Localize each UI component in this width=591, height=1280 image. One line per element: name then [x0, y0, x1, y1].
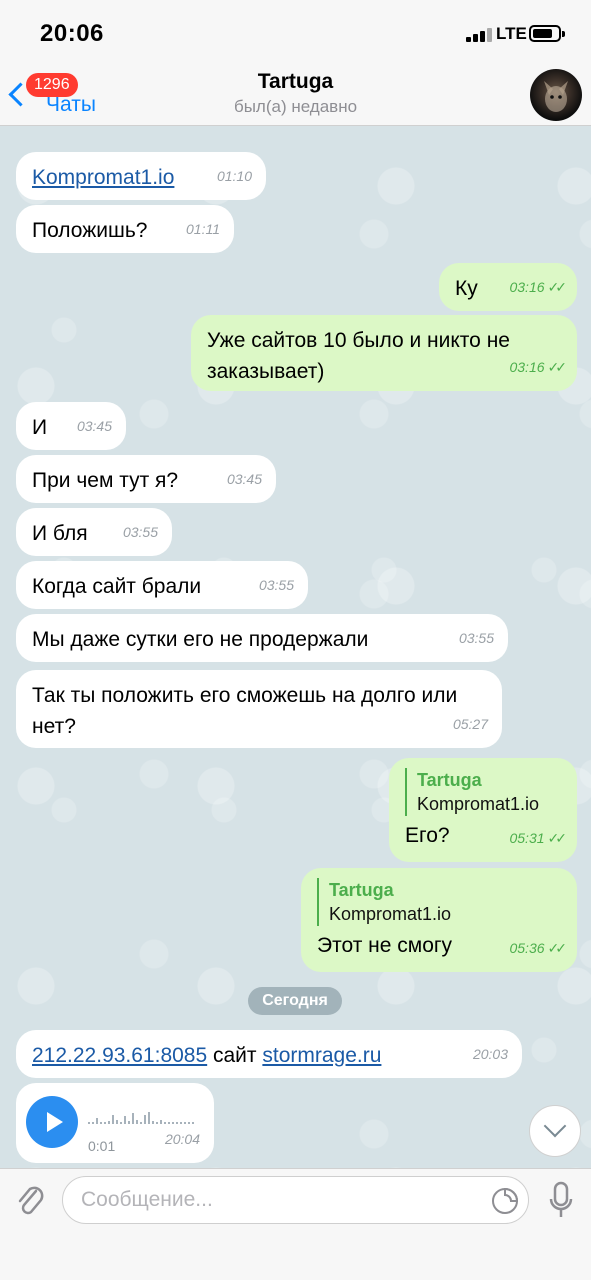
read-check-icon: ✓✓ [547, 940, 568, 956]
voice-message[interactable]: 0:01 20:04 [16, 1083, 214, 1163]
message-time: 03:45 [226, 471, 262, 487]
message-bubble[interactable]: И 03:45 [16, 402, 126, 450]
message-text: Этот не смогу [317, 934, 453, 957]
message-bubble[interactable]: Kompromat1.io 01:10 [16, 152, 266, 200]
read-check-icon: ✓✓ [547, 359, 568, 375]
reply-text: Kompromat1.io [417, 794, 540, 814]
message-time: 05:31 [509, 830, 545, 846]
message-text: При чем тут я? [32, 469, 179, 492]
message-time: 20:04 [164, 1131, 200, 1147]
message-time: 01:11 [186, 221, 220, 237]
message-time: 05:27 [452, 716, 488, 732]
message-time: 05:36 [509, 940, 545, 956]
network-label: LTE [496, 24, 527, 43]
reply-quote[interactable]: Tartuga Kompromat1.io [317, 878, 561, 926]
message-text: сайт [207, 1044, 263, 1067]
message-text: Когда сайт брали [32, 575, 202, 598]
message-time: 03:16 [509, 279, 545, 295]
message-bubble[interactable]: Уже сайтов 10 было и никто не заказывает… [191, 315, 577, 391]
message-meta: 05:36 ✓✓ [509, 933, 568, 964]
battery-icon [529, 25, 565, 42]
waveform[interactable] [88, 1106, 198, 1124]
play-icon[interactable] [26, 1096, 78, 1148]
message-bubble[interactable]: Ку 03:16 ✓✓ [439, 263, 577, 311]
message-text: Положишь? [32, 219, 148, 242]
attach-icon[interactable] [14, 1181, 46, 1221]
mic-icon[interactable] [548, 1181, 574, 1221]
message-bubble[interactable]: Tartuga Kompromat1.io Этот не смогу 05:3… [301, 868, 577, 972]
message-text: И [32, 416, 48, 439]
read-check-icon: ✓✓ [547, 830, 568, 846]
date-separator: Сегодня [248, 987, 342, 1015]
message-time: 03:16 [509, 359, 545, 375]
message-time: 03:55 [122, 524, 158, 540]
status-bar: 20:06 LTE [0, 0, 591, 64]
reply-author: Tartuga [329, 880, 394, 900]
message-bubble[interactable]: Так ты положить его сможешь на долго или… [16, 670, 502, 748]
message-time: 20:03 [472, 1046, 508, 1062]
message-bubble[interactable]: И бля 03:55 [16, 508, 172, 556]
signal-icon [466, 27, 492, 42]
message-text: И бля [32, 522, 88, 545]
avatar[interactable] [530, 69, 582, 121]
composer [0, 1168, 591, 1280]
sticker-icon[interactable] [491, 1187, 519, 1215]
read-check-icon: ✓✓ [547, 279, 568, 295]
message-bubble[interactable]: При чем тут я? 03:45 [16, 455, 276, 503]
message-text: Ку [455, 277, 478, 300]
voice-duration: 0:01 [88, 1138, 116, 1154]
reply-author: Tartuga [417, 770, 482, 790]
message-meta: 03:16 ✓✓ [509, 352, 568, 383]
message-time: 03:55 [458, 630, 494, 646]
message-input[interactable] [62, 1176, 529, 1224]
message-meta: 05:31 ✓✓ [509, 823, 568, 854]
message-link[interactable]: stormrage.ru [262, 1044, 381, 1067]
message-time: 01:10 [216, 168, 252, 184]
message-link[interactable]: 212.22.93.61:8085 [32, 1044, 207, 1067]
message-text: Так ты положить его сможешь на долго или… [32, 684, 458, 738]
chat-title[interactable]: Tartuga [0, 70, 591, 94]
message-bubble[interactable]: Мы даже сутки его не продержали 03:55 [16, 614, 508, 662]
message-link[interactable]: Kompromat1.io [32, 166, 174, 189]
last-seen-status: был(а) недавно [233, 97, 358, 116]
reply-text: Kompromat1.io [329, 904, 452, 924]
message-text: Мы даже сутки его не продержали [32, 628, 369, 651]
message-time: 03:55 [258, 577, 294, 593]
message-bubble[interactable]: Tartuga Kompromat1.io Его? 05:31 ✓✓ [389, 758, 577, 862]
message-text: Его? [405, 824, 450, 847]
reply-quote[interactable]: Tartuga Kompromat1.io [405, 768, 561, 816]
clock: 20:06 [40, 20, 104, 47]
message-bubble[interactable]: Когда сайт брали 03:55 [16, 561, 308, 609]
message-bubble[interactable]: Положишь? 01:11 [16, 205, 234, 253]
scroll-down-icon[interactable] [529, 1105, 581, 1157]
message-meta: 03:16 ✓✓ [509, 272, 568, 303]
message-list[interactable]: Kompromat1.io 01:10 Положишь? 01:11 Ку 0… [0, 126, 591, 1168]
message-bubble[interactable]: 212.22.93.61:8085 сайт stormrage.ru 20:0… [16, 1030, 522, 1078]
message-text: Уже сайтов 10 было и никто не заказывает… [207, 329, 510, 383]
message-time: 03:45 [76, 418, 112, 434]
chat-header: Чаты 1296 Tartuga был(а) недавно [0, 64, 591, 126]
